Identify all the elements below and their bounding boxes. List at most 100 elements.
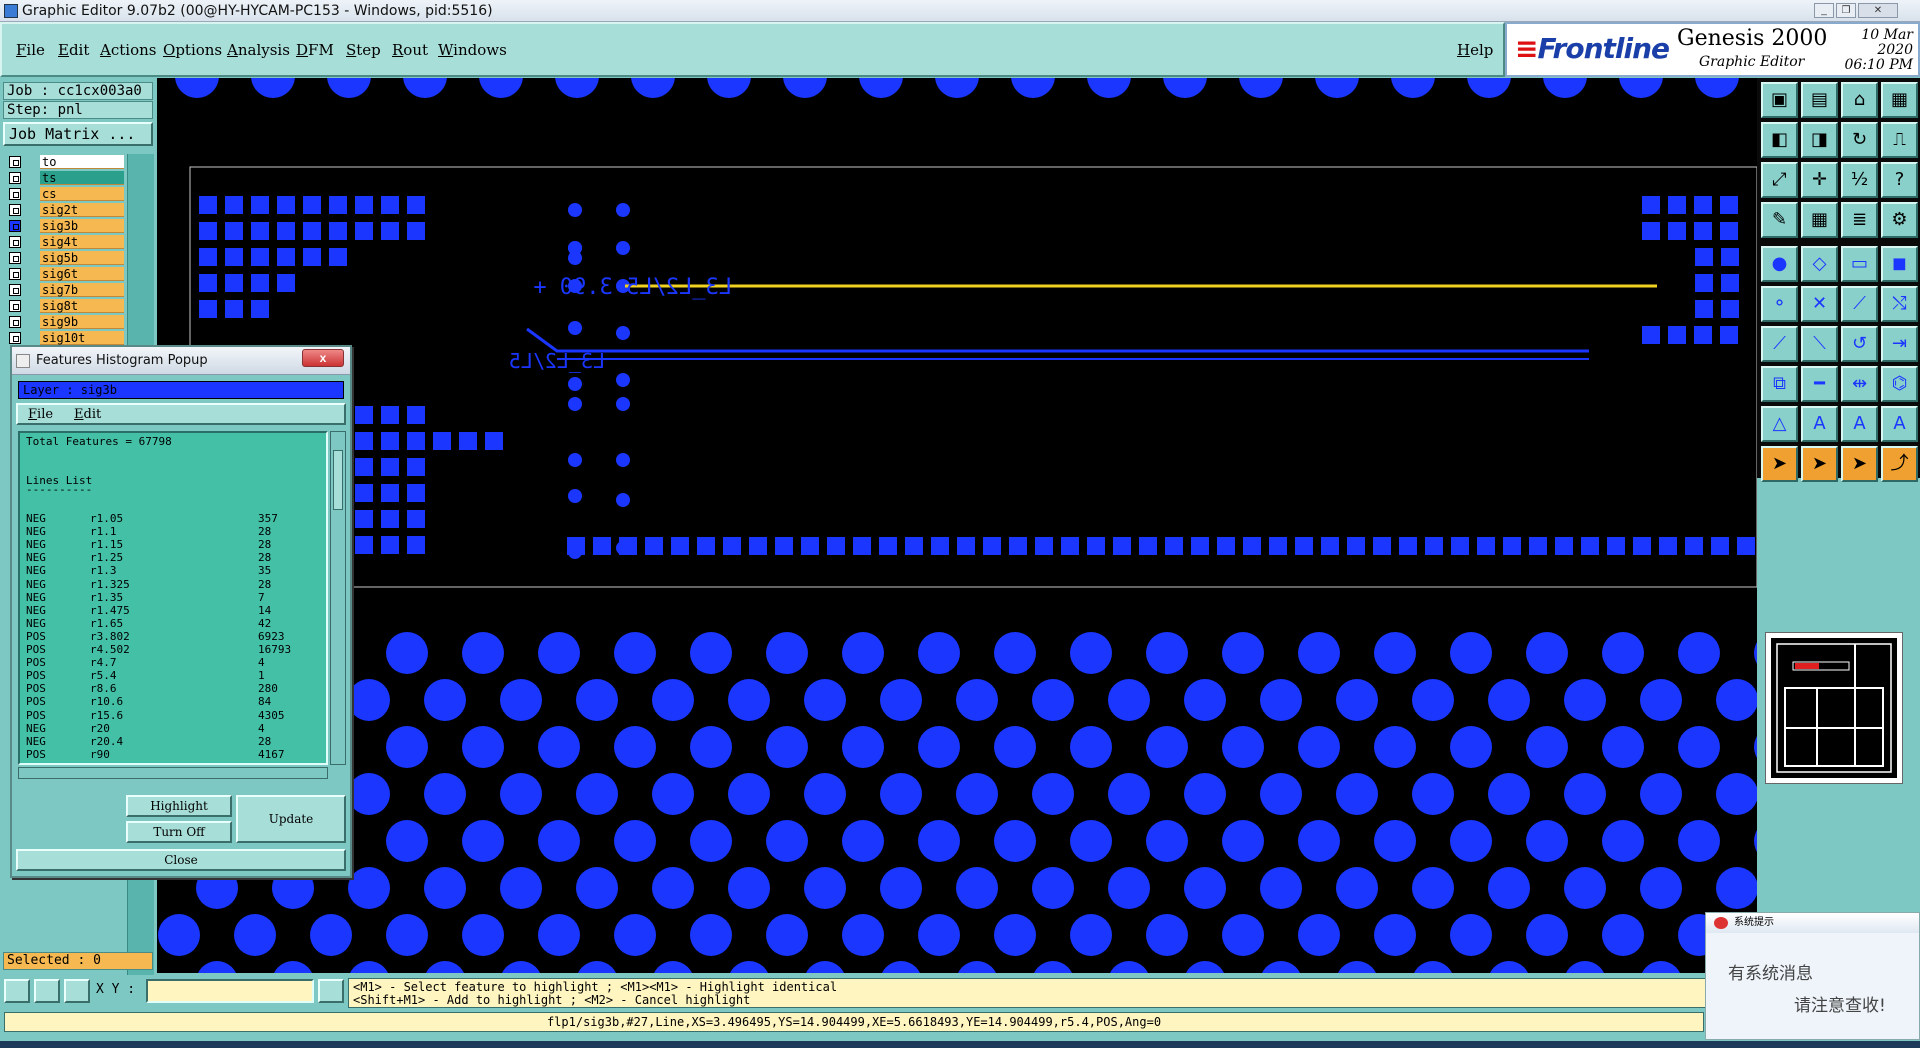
histogram-row[interactable]: NEG r1.325 28 [26, 578, 316, 591]
plane-pad[interactable] [1564, 773, 1606, 815]
menu-dfm[interactable]: DFM [296, 41, 334, 59]
smd-pad[interactable] [1009, 537, 1027, 555]
plane-pad[interactable] [1640, 867, 1682, 909]
smd-pad[interactable] [199, 222, 217, 240]
histogram-list[interactable]: Total Features = 67798 Lines List ------… [18, 431, 328, 765]
histogram-row[interactable]: NEG r1.15 28 [26, 538, 316, 551]
top-pad[interactable] [555, 78, 599, 98]
smd-pad[interactable] [1711, 537, 1729, 555]
select-net-tool-button[interactable]: ➤ [1841, 446, 1878, 482]
plane-pad[interactable] [1526, 820, 1568, 862]
plane-pad[interactable] [1184, 867, 1226, 909]
plane-pad[interactable] [272, 961, 314, 973]
plane-pad[interactable] [652, 961, 694, 973]
via[interactable] [568, 545, 582, 559]
smd-pad[interactable] [1659, 537, 1677, 555]
plane-pad[interactable] [1526, 632, 1568, 674]
plane-pad[interactable] [994, 820, 1036, 862]
highlight-button[interactable]: Highlight [126, 795, 232, 817]
plane-pad[interactable] [576, 773, 618, 815]
plane-pad[interactable] [918, 914, 960, 956]
top-pad[interactable] [1163, 78, 1207, 98]
smd-pad[interactable] [593, 537, 611, 555]
plane-pad[interactable] [1298, 820, 1340, 862]
layer-row[interactable]: sig6t [4, 266, 124, 282]
smd-pad[interactable] [1668, 326, 1686, 344]
plane-pad[interactable] [500, 961, 542, 973]
plane-pad[interactable] [1450, 820, 1492, 862]
layer-name[interactable]: sig6t [40, 267, 124, 281]
smd-pad[interactable] [1191, 537, 1209, 555]
plane-pad[interactable] [994, 726, 1036, 768]
plane-pad[interactable] [1260, 867, 1302, 909]
popup-menu-edit[interactable]: Edit [74, 407, 101, 422]
layer-checkbox[interactable] [9, 300, 21, 312]
histogram-row[interactable]: POS r4.502 16793 [26, 643, 316, 656]
plane-pad[interactable] [918, 632, 960, 674]
plane-pad[interactable] [1488, 961, 1530, 973]
top-pad[interactable] [1087, 78, 1131, 98]
plane-pad[interactable] [1260, 961, 1302, 973]
via[interactable] [568, 377, 582, 391]
plane-pad[interactable] [1032, 679, 1074, 721]
plane-pad[interactable] [424, 773, 466, 815]
layer-name[interactable]: sig4t [40, 235, 124, 249]
smd-pad[interactable] [381, 196, 399, 214]
smd-pad[interactable] [723, 537, 741, 555]
layer-name[interactable]: cs [40, 187, 124, 201]
smd-pad[interactable] [355, 222, 373, 240]
top-pad[interactable] [1695, 78, 1739, 98]
layer-row[interactable]: sig7b [4, 282, 124, 298]
smd-pad[interactable] [277, 222, 295, 240]
arc-tool-button[interactable]: ↺ [1841, 326, 1878, 362]
plane-pad[interactable] [690, 820, 732, 862]
smd-pad[interactable] [1477, 537, 1495, 555]
smd-pad[interactable] [225, 196, 243, 214]
plane-pad[interactable] [1488, 679, 1530, 721]
smd-pad[interactable] [407, 510, 425, 528]
menu-analysis[interactable]: Analysis [227, 41, 290, 59]
smd-pad[interactable] [459, 432, 477, 450]
top-pad[interactable] [1315, 78, 1359, 98]
via[interactable] [616, 397, 630, 411]
system-notice[interactable]: 系统提示 有系统消息 请注意查收! [1705, 912, 1920, 1040]
plane-pad[interactable] [1070, 726, 1112, 768]
via[interactable] [616, 241, 630, 255]
smd-pad[interactable] [827, 537, 845, 555]
top-pad[interactable] [783, 78, 827, 98]
popup-close-button[interactable]: Close [16, 849, 346, 871]
histogram-row[interactable]: NEG r1.05 357 [26, 512, 316, 525]
plane-pad[interactable] [196, 961, 238, 973]
smd-pad[interactable] [355, 196, 373, 214]
layer-row[interactable]: sig4t [4, 234, 124, 250]
popup-close-x-button[interactable]: x [302, 349, 344, 367]
plane-pad[interactable] [348, 961, 390, 973]
plane-pad[interactable] [1716, 679, 1757, 721]
layer-row[interactable]: sig3b [4, 218, 124, 234]
smd-pad[interactable] [407, 222, 425, 240]
top-pad[interactable] [859, 78, 903, 98]
plane-pad[interactable] [348, 679, 390, 721]
plane-pad[interactable] [1108, 773, 1150, 815]
graphic-canvas[interactable]: L3_L2/L5 3.90 + L3_L2/L5 [157, 78, 1757, 973]
plane-pad[interactable] [652, 867, 694, 909]
plane-pad[interactable] [956, 773, 998, 815]
layer-name[interactable]: sig8t [40, 299, 124, 313]
plane-pad[interactable] [1488, 867, 1530, 909]
surface-tool-button[interactable]: ◼ [1881, 246, 1918, 282]
window-tool-button[interactable]: ▦ [1881, 82, 1918, 118]
menu-step[interactable]: Step [346, 41, 381, 59]
smd-pad[interactable] [303, 248, 321, 266]
plane-pad[interactable] [918, 726, 960, 768]
plane-pad[interactable] [1564, 867, 1606, 909]
via[interactable] [616, 203, 630, 217]
via[interactable] [568, 203, 582, 217]
layer-name[interactable]: sig9b [40, 315, 124, 329]
plane-pad[interactable] [1754, 820, 1757, 862]
smd-pad[interactable] [671, 537, 689, 555]
smd-pad[interactable] [1642, 222, 1660, 240]
via[interactable] [568, 489, 582, 503]
plane-pad[interactable] [1640, 679, 1682, 721]
plane-pad[interactable] [956, 961, 998, 973]
plane-pad[interactable] [1450, 914, 1492, 956]
